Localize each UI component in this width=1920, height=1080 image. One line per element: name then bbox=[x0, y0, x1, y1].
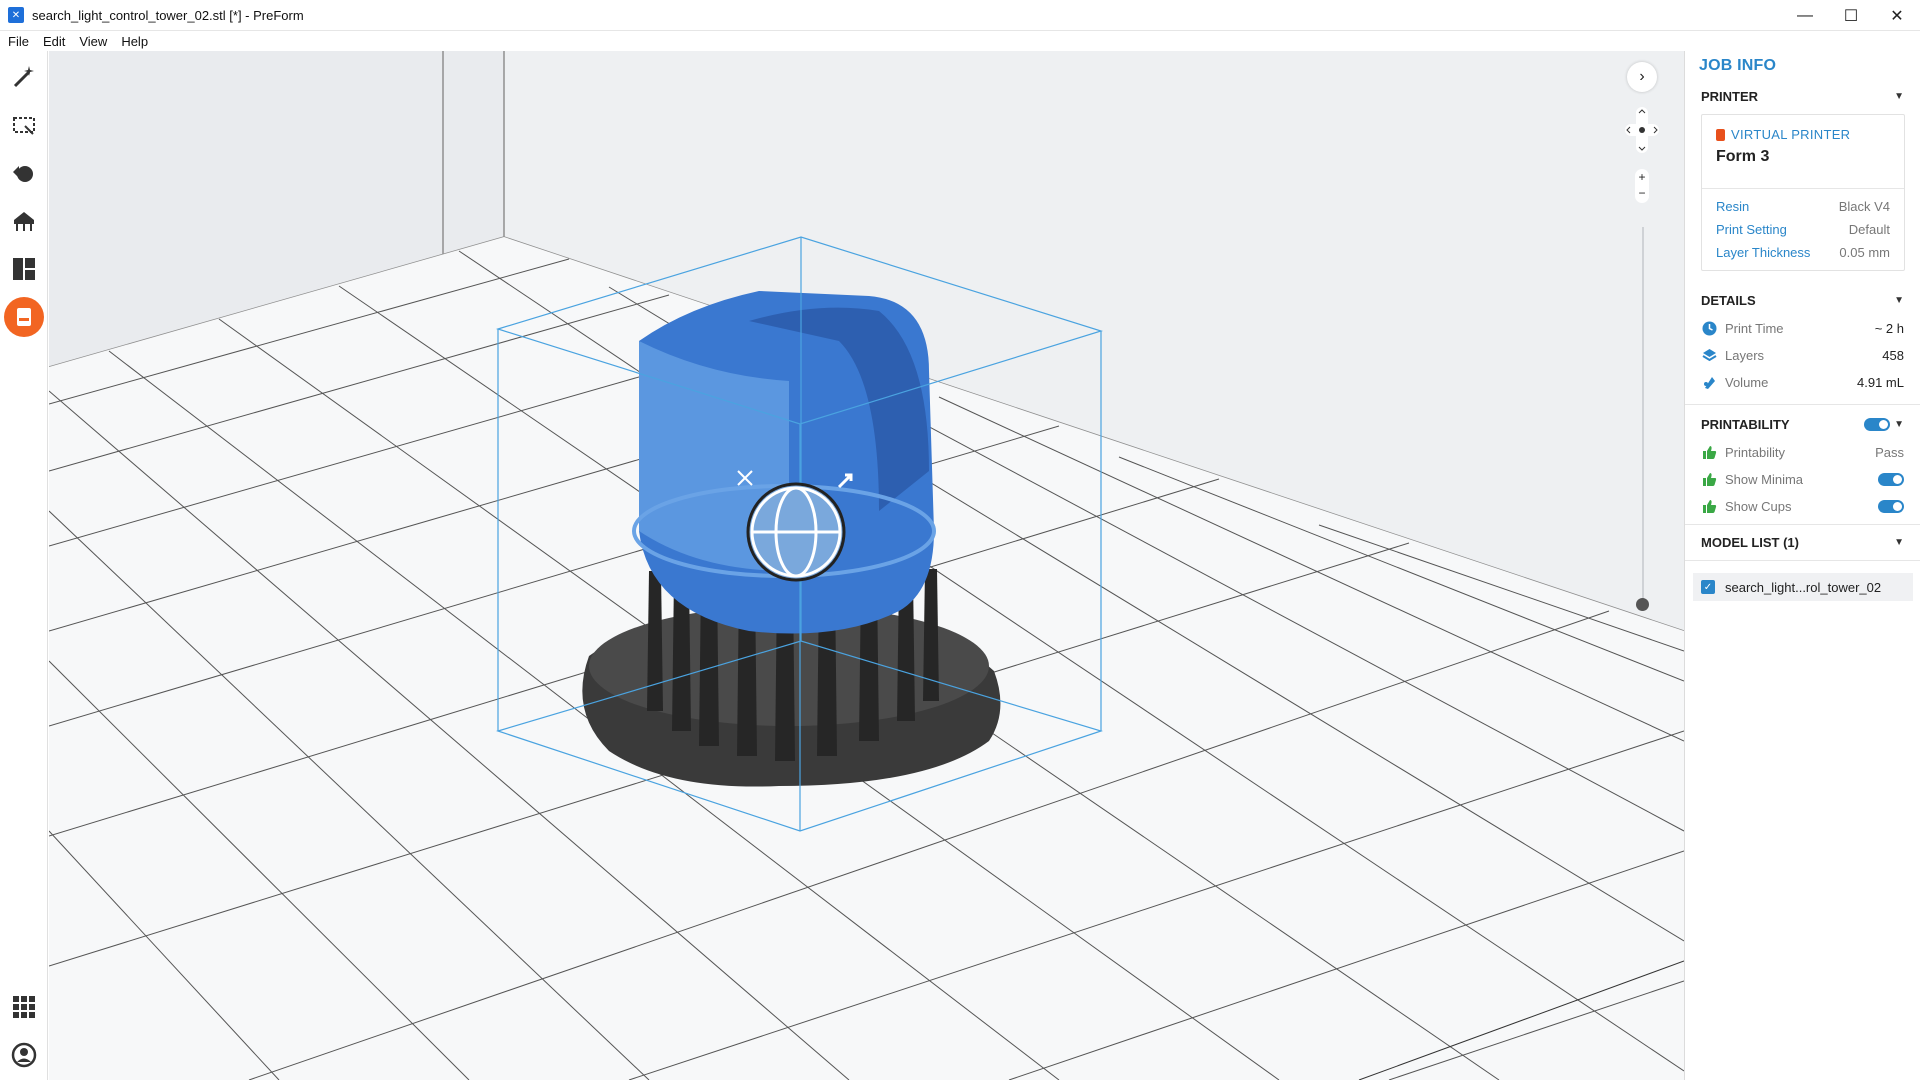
account-tool[interactable] bbox=[8, 1039, 40, 1071]
volume-row: Volume 4.91 mL bbox=[1701, 374, 1912, 390]
magic-wand-icon bbox=[13, 66, 34, 88]
layers-label: Layers bbox=[1725, 347, 1765, 363]
maximize-button[interactable]: ☐ bbox=[1828, 0, 1874, 31]
account-icon bbox=[11, 1042, 37, 1068]
printer-icon bbox=[17, 308, 31, 326]
chevron-down-icon: ▼ bbox=[1894, 419, 1904, 430]
model-name: search_light...rol_tower_02 bbox=[1725, 579, 1882, 595]
printability-section-header[interactable]: PRINTABILITY ▼ bbox=[1701, 417, 1912, 432]
layers-value: 458 bbox=[1882, 347, 1904, 363]
3d-viewport[interactable]: › + − bbox=[49, 51, 1684, 1080]
thumbs-up-icon bbox=[1701, 471, 1717, 487]
menu-view[interactable]: View bbox=[79, 34, 107, 49]
panel-title: JOB INFO bbox=[1699, 57, 1777, 74]
menu-edit[interactable]: Edit bbox=[43, 34, 65, 49]
minimize-button[interactable]: — bbox=[1782, 0, 1828, 31]
select-icon bbox=[13, 117, 35, 135]
clock-icon bbox=[1701, 320, 1717, 336]
volume-icon bbox=[1701, 374, 1717, 390]
print-time-row: Print Time ~ 2 h bbox=[1701, 320, 1912, 336]
print-job-tool[interactable] bbox=[4, 297, 44, 337]
show-cups-toggle[interactable] bbox=[1878, 499, 1904, 513]
rotate-gizmo[interactable] bbox=[746, 482, 846, 582]
select-tool[interactable] bbox=[8, 109, 40, 141]
virtual-printer-row: VIRTUAL PRINTER bbox=[1716, 127, 1890, 142]
layout-tool[interactable] bbox=[8, 253, 40, 285]
print-time-value: ~ 2 h bbox=[1874, 320, 1904, 336]
resin-label: Resin bbox=[1716, 199, 1750, 214]
chevron-down-icon: ▼ bbox=[1894, 537, 1904, 548]
collapse-panel-button[interactable]: › bbox=[1627, 62, 1657, 92]
close-button[interactable]: ✕ bbox=[1874, 0, 1920, 31]
supports-icon bbox=[14, 212, 34, 231]
divider bbox=[1685, 404, 1920, 405]
menu-help[interactable]: Help bbox=[121, 34, 148, 49]
layers-row: Layers 458 bbox=[1701, 347, 1912, 363]
print-setting-value: Default bbox=[1848, 222, 1890, 237]
print-time-label: Print Time bbox=[1725, 320, 1784, 336]
show-cups-label: Show Cups bbox=[1725, 498, 1792, 514]
build-platform-scene bbox=[49, 51, 1684, 1080]
window-controls: — ☐ ✕ bbox=[1782, 0, 1920, 31]
divider bbox=[1702, 188, 1904, 189]
job-info-panel: JOB INFO PRINTER ▼ VIRTUAL PRINTER Form … bbox=[1684, 51, 1920, 1080]
model-list-item[interactable]: ✓ search_light...rol_tower_02 bbox=[1693, 573, 1913, 601]
layer-slider-track[interactable] bbox=[1642, 227, 1644, 607]
resin-row[interactable]: Resin Black V4 bbox=[1716, 199, 1890, 214]
virtual-printer-label: VIRTUAL PRINTER bbox=[1731, 127, 1851, 142]
printer-header-label: PRINTER bbox=[1701, 89, 1759, 104]
title-bar: ✕ search_light_control_tower_02.stl [*] … bbox=[0, 0, 1920, 31]
pan-arrows-icon bbox=[1625, 107, 1659, 153]
layer-slider-handle[interactable] bbox=[1636, 598, 1649, 611]
print-setting-row[interactable]: Print Setting Default bbox=[1716, 222, 1890, 237]
thumbs-up-icon bbox=[1701, 498, 1717, 514]
printability-header-label: PRINTABILITY bbox=[1701, 417, 1790, 432]
printability-value: Pass bbox=[1875, 444, 1904, 460]
apps-grid-tool[interactable] bbox=[8, 991, 40, 1023]
details-section-header[interactable]: DETAILS ▼ bbox=[1701, 293, 1912, 308]
magic-wand-tool[interactable] bbox=[8, 61, 40, 93]
grid-icon bbox=[13, 996, 35, 1018]
show-minima-label: Show Minima bbox=[1725, 471, 1804, 487]
volume-label: Volume bbox=[1725, 374, 1769, 390]
printability-toggle[interactable] bbox=[1864, 418, 1891, 431]
print-setting-label: Print Setting bbox=[1716, 222, 1787, 237]
zoom-control[interactable]: + − bbox=[1635, 169, 1649, 203]
divider bbox=[1685, 524, 1920, 525]
window-title: search_light_control_tower_02.stl [*] - … bbox=[32, 7, 304, 23]
model-list-section-header[interactable]: MODEL LIST (1) ▼ bbox=[1701, 535, 1912, 550]
pan-control[interactable] bbox=[1625, 107, 1659, 153]
layout-icon bbox=[13, 258, 35, 280]
model-checkbox[interactable]: ✓ bbox=[1701, 580, 1715, 594]
thumbs-up-icon bbox=[1701, 444, 1717, 460]
layers-icon bbox=[1701, 347, 1717, 363]
details-header-label: DETAILS bbox=[1701, 293, 1756, 308]
menu-bar: File Edit View Help bbox=[0, 31, 1920, 51]
volume-value: 4.91 mL bbox=[1857, 374, 1904, 390]
printability-row: Printability Pass bbox=[1701, 444, 1912, 460]
resin-value: Black V4 bbox=[1838, 199, 1890, 214]
layer-thickness-value: 0.05 mm bbox=[1839, 245, 1890, 260]
left-toolbar bbox=[0, 51, 48, 1080]
show-minima-toggle[interactable] bbox=[1878, 472, 1904, 486]
orientation-tool[interactable] bbox=[8, 157, 40, 189]
printability-label: Printability bbox=[1725, 444, 1785, 460]
printer-card[interactable]: VIRTUAL PRINTER Form 3 Resin Black V4 Pr… bbox=[1701, 114, 1905, 271]
printer-icon bbox=[1716, 128, 1725, 141]
supports-tool[interactable] bbox=[8, 205, 40, 237]
show-cups-row: Show Cups bbox=[1701, 498, 1912, 514]
divider bbox=[1685, 560, 1920, 561]
app-icon: ✕ bbox=[8, 7, 24, 23]
show-minima-row: Show Minima bbox=[1701, 471, 1912, 487]
chevron-down-icon: ▼ bbox=[1894, 295, 1904, 306]
printer-name: Form 3 bbox=[1716, 148, 1770, 165]
printer-section-header[interactable]: PRINTER ▼ bbox=[1701, 89, 1912, 104]
model-list-header-label: MODEL LIST (1) bbox=[1701, 535, 1799, 550]
menu-file[interactable]: File bbox=[8, 34, 29, 49]
orientation-icon bbox=[13, 166, 33, 182]
layer-thickness-label: Layer Thickness bbox=[1716, 245, 1811, 260]
chevron-down-icon: ▼ bbox=[1894, 91, 1904, 102]
layer-thickness-row[interactable]: Layer Thickness 0.05 mm bbox=[1716, 245, 1890, 260]
